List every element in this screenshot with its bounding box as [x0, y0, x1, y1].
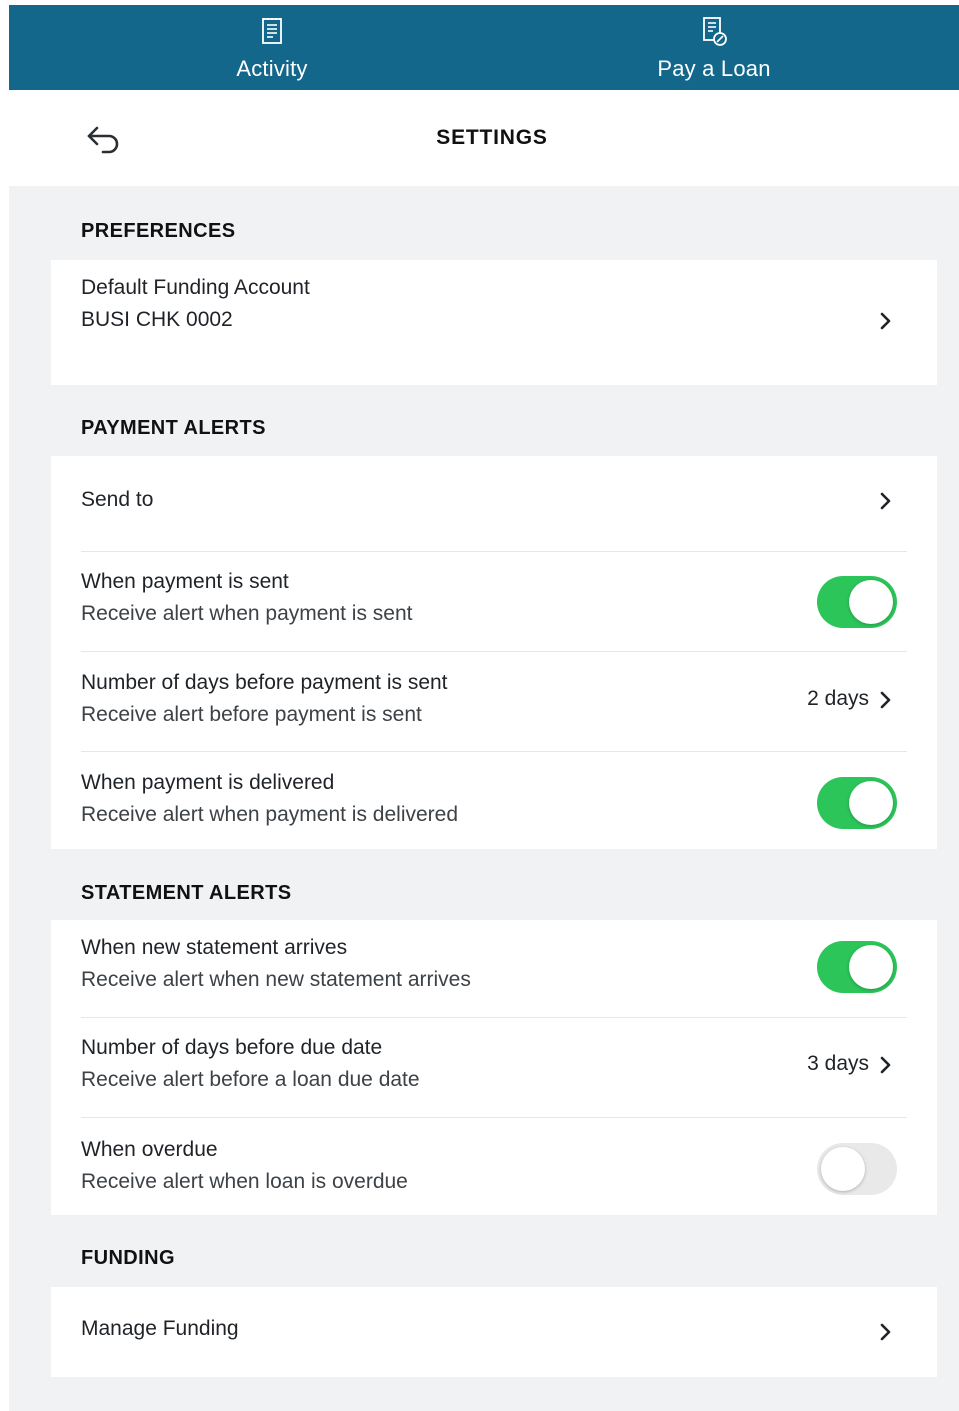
chevron-right-icon [880, 1056, 891, 1074]
funding-card: Manage Funding [51, 1287, 937, 1377]
receipt-icon [262, 18, 282, 44]
payment-sent-description: Receive alert when payment is sent [81, 602, 413, 625]
manage-funding-label: Manage Funding [81, 1317, 239, 1340]
payment-delivered-description: Receive alert when payment is delivered [81, 803, 459, 826]
days-before-sent-value: 2 days [807, 687, 869, 710]
chevron-right-icon [880, 312, 891, 330]
section-title-funding: FUNDING [81, 1247, 175, 1269]
new-statement-toggle[interactable] [817, 941, 897, 993]
settings-header: SETTINGS [9, 90, 959, 186]
default-funding-account-row[interactable]: Default Funding Account BUSI CHK 0002 [81, 260, 907, 385]
days-before-due-label: Number of days before due date [81, 1036, 383, 1059]
tab-activity[interactable]: Activity [122, 5, 422, 90]
toggle-knob [821, 1147, 865, 1191]
default-funding-account-value: BUSI CHK 0002 [81, 308, 233, 331]
preferences-card: Default Funding Account BUSI CHK 0002 [51, 260, 937, 385]
days-before-due-value: 3 days [807, 1052, 869, 1075]
payment-sent-label: When payment is sent [81, 570, 289, 593]
bill-pay-icon [703, 17, 727, 46]
chevron-right-icon [880, 1323, 891, 1341]
toggle-knob [849, 580, 893, 624]
send-to-row[interactable]: Send to [81, 456, 907, 552]
payment-sent-toggle[interactable] [817, 576, 897, 628]
chevron-right-icon [880, 492, 891, 510]
overdue-description: Receive alert when loan is overdue [81, 1170, 408, 1193]
chevron-right-icon [880, 691, 891, 709]
overdue-toggle[interactable] [817, 1143, 897, 1195]
payment-sent-row: When payment is sent Receive alert when … [81, 552, 907, 652]
days-before-sent-row[interactable]: Number of days before payment is sent Re… [81, 652, 907, 752]
overdue-row: When overdue Receive alert when loan is … [81, 1118, 907, 1215]
payment-delivered-row: When payment is delivered Receive alert … [81, 752, 907, 849]
new-statement-row: When new statement arrives Receive alert… [81, 920, 907, 1018]
statement-alerts-card: When new statement arrives Receive alert… [51, 920, 937, 1215]
page-title: SETTINGS [436, 126, 548, 149]
send-to-label: Send to [81, 488, 154, 511]
tab-pay-a-loan-label: Pay a Loan [657, 56, 771, 81]
top-nav-bar: Activity Pay a Loan [9, 5, 959, 90]
settings-content: PREFERENCES Default Funding Account BUSI… [9, 186, 959, 1411]
new-statement-description: Receive alert when new statement arrives [81, 968, 471, 991]
days-before-due-row[interactable]: Number of days before due date Receive a… [81, 1018, 907, 1118]
section-title-statement-alerts: STATEMENT ALERTS [81, 882, 292, 904]
toggle-knob [849, 945, 893, 989]
tab-pay-a-loan[interactable]: Pay a Loan [564, 5, 864, 90]
payment-alerts-card: Send to When payment is sent Receive ale… [51, 456, 937, 849]
tab-activity-label: Activity [236, 56, 308, 81]
days-before-due-description: Receive alert before a loan due date [81, 1068, 420, 1091]
section-title-preferences: PREFERENCES [81, 220, 236, 242]
overdue-label: When overdue [81, 1138, 218, 1161]
payment-delivered-toggle[interactable] [817, 777, 897, 829]
section-title-payment-alerts: PAYMENT ALERTS [81, 417, 266, 439]
payment-delivered-label: When payment is delivered [81, 771, 335, 794]
days-before-sent-label: Number of days before payment is sent [81, 671, 448, 694]
new-statement-label: When new statement arrives [81, 936, 348, 959]
default-funding-account-label: Default Funding Account [81, 276, 310, 299]
manage-funding-row[interactable]: Manage Funding [81, 1287, 907, 1377]
toggle-knob [849, 781, 893, 825]
days-before-sent-description: Receive alert before payment is sent [81, 703, 422, 726]
